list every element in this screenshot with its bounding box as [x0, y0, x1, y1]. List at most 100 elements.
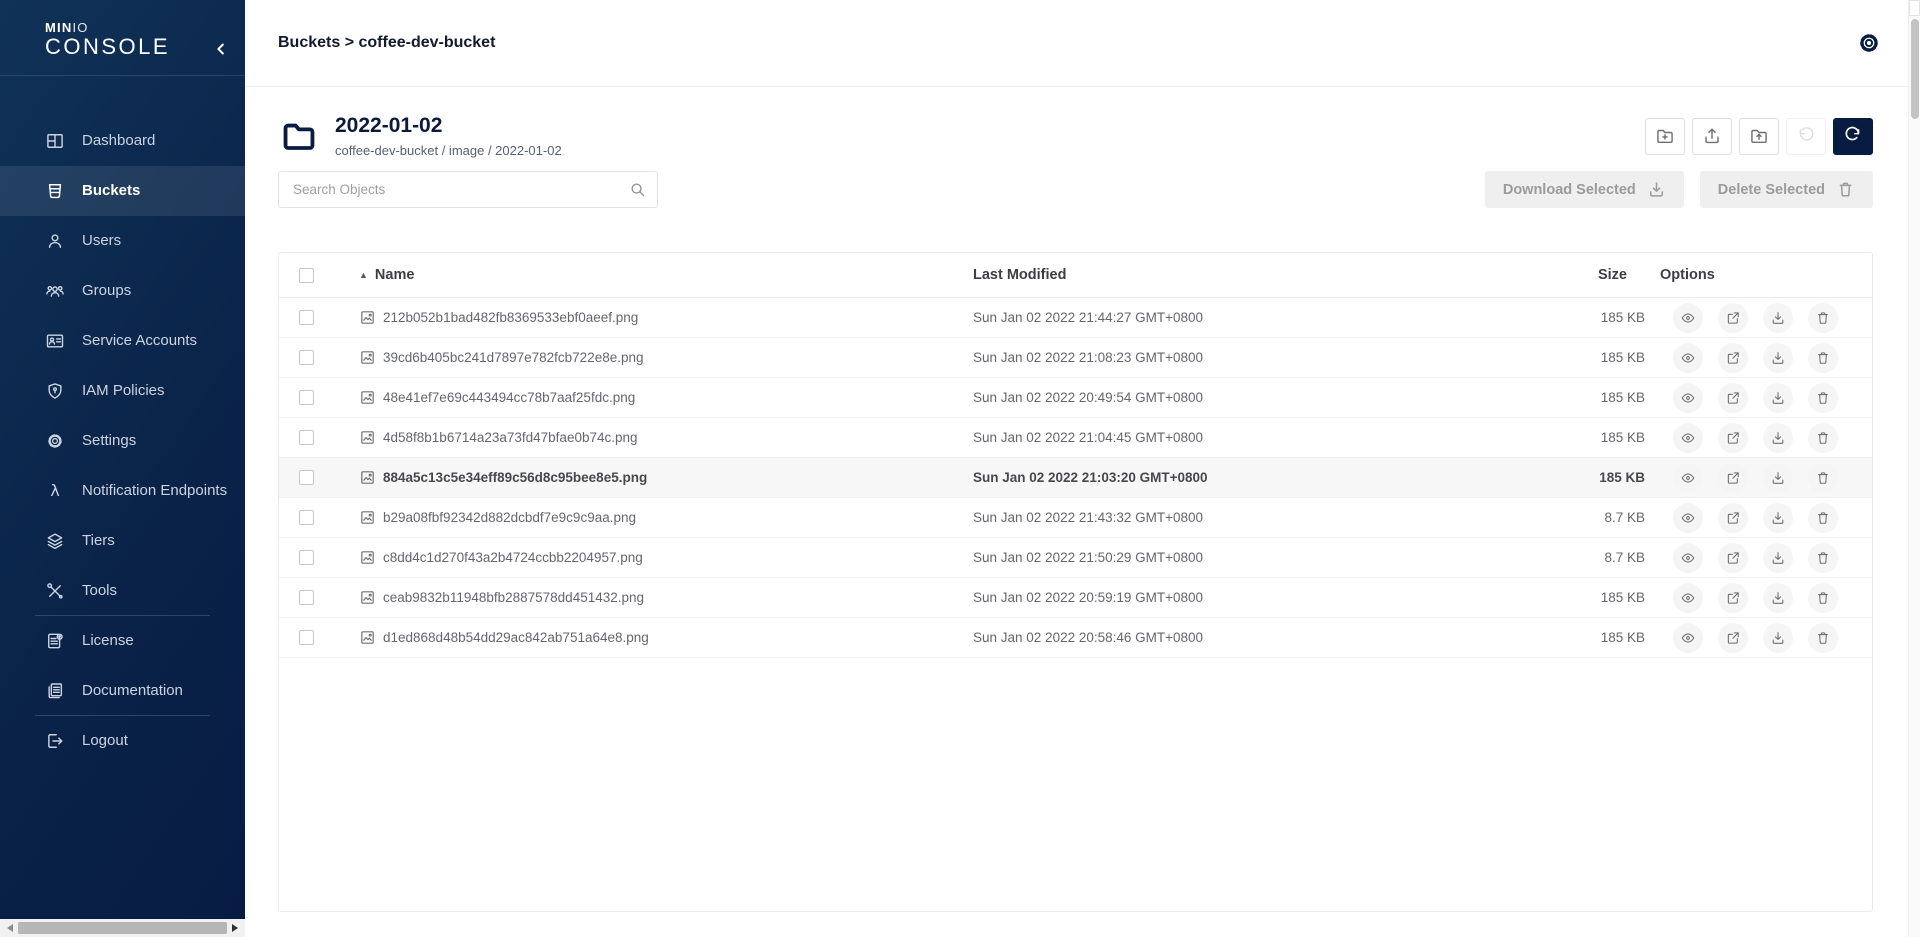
row-checkbox[interactable]: [299, 470, 314, 485]
preview-button[interactable]: [1673, 543, 1703, 573]
trash-icon: [1815, 550, 1831, 566]
vertical-scrollbar[interactable]: [1908, 0, 1920, 937]
delete-button[interactable]: [1808, 423, 1838, 453]
action-button[interactable]: [1739, 118, 1779, 155]
preview-button[interactable]: [1673, 623, 1703, 653]
row-checkbox[interactable]: [299, 390, 314, 405]
object-name-link[interactable]: d1ed868d48b54dd29ac842ab751a64e8.png: [339, 629, 973, 646]
share-button[interactable]: [1718, 423, 1748, 453]
download-button[interactable]: [1763, 383, 1793, 413]
sidebar-item[interactable]: Logout: [0, 716, 245, 766]
action-button[interactable]: [1786, 118, 1826, 155]
sidebar-item[interactable]: Tiers: [0, 516, 245, 566]
delete-button[interactable]: [1808, 583, 1838, 613]
share-button[interactable]: [1718, 463, 1748, 493]
download-button[interactable]: [1763, 503, 1793, 533]
object-name-link[interactable]: 212b052b1bad482fb8369533ebf0aeef.png: [339, 309, 973, 326]
sidebar-item[interactable]: Tools: [0, 566, 245, 616]
share-button[interactable]: [1718, 383, 1748, 413]
sidebar-item[interactable]: Settings: [0, 416, 245, 466]
object-name-link[interactable]: 48e41ef7e69c443494cc78b7aaf25fdc.png: [339, 389, 973, 406]
share-button[interactable]: [1718, 503, 1748, 533]
share-button[interactable]: [1718, 543, 1748, 573]
object-name-link[interactable]: 4d58f8b1b6714a23a73fd47bfae0b74c.png: [339, 429, 973, 446]
scroll-right-button[interactable]: [229, 919, 245, 937]
action-button[interactable]: [1692, 118, 1732, 155]
sidebar-item[interactable]: Notification Endpoints: [0, 466, 245, 516]
row-checkbox[interactable]: [299, 430, 314, 445]
search-input[interactable]: [278, 171, 658, 208]
share-button[interactable]: [1718, 623, 1748, 653]
object-name-link[interactable]: 884a5c13c5e34eff89c56d8c95bee8e5.png: [339, 469, 973, 486]
delete-button[interactable]: [1808, 383, 1838, 413]
sidebar-item-label: Notification Endpoints: [82, 482, 227, 499]
sidebar-item-label: Documentation: [82, 682, 183, 699]
breadcrumb[interactable]: Buckets > coffee-dev-bucket: [278, 34, 495, 52]
download-selected-button[interactable]: Download Selected: [1485, 171, 1684, 208]
last-modified-value: Sun Jan 02 2022 21:43:32 GMT+0800: [973, 510, 1535, 525]
object-name-link[interactable]: b29a08fbf92342d882dcbdf7e9c9c9aa.png: [339, 509, 973, 526]
share-button[interactable]: [1718, 343, 1748, 373]
action-button[interactable]: [1645, 118, 1685, 155]
row-checkbox[interactable]: [299, 590, 314, 605]
delete-selected-button[interactable]: Delete Selected: [1700, 171, 1873, 208]
download-button[interactable]: [1763, 463, 1793, 493]
sidebar-menu: Dashboard Buckets Users Groups Service A…: [0, 116, 245, 766]
scrollbar-up-button[interactable]: [1909, 0, 1920, 16]
share-icon: [1725, 550, 1741, 566]
delete-button[interactable]: [1808, 463, 1838, 493]
download-button[interactable]: [1763, 583, 1793, 613]
row-checkbox[interactable]: [299, 350, 314, 365]
share-button[interactable]: [1718, 583, 1748, 613]
select-all-checkbox[interactable]: [299, 268, 314, 283]
sidebar-item[interactable]: Dashboard: [0, 116, 245, 166]
object-name-link[interactable]: c8dd4c1d270f43a2b4724ccbb2204957.png: [339, 549, 973, 566]
horizontal-scrollbar[interactable]: [0, 919, 245, 937]
buckets-icon: [45, 181, 65, 201]
object-name-link[interactable]: ceab9832b11948bfb2887578dd451432.png: [339, 589, 973, 606]
image-file-icon: [359, 389, 376, 406]
sidebar-item[interactable]: Users: [0, 216, 245, 266]
sidebar-item[interactable]: Buckets: [0, 166, 245, 216]
action-button[interactable]: [1833, 118, 1873, 155]
sidebar-item[interactable]: Groups: [0, 266, 245, 316]
dashboard-icon: [45, 131, 65, 151]
row-checkbox[interactable]: [299, 630, 314, 645]
preview-button[interactable]: [1673, 383, 1703, 413]
page-title: 2022-01-02: [335, 114, 562, 138]
object-path-breadcrumb[interactable]: coffee-dev-bucket / image / 2022-01-02: [335, 143, 562, 158]
header-settings-button[interactable]: [1856, 30, 1882, 56]
download-button[interactable]: [1763, 623, 1793, 653]
tiers-icon: [45, 531, 65, 551]
download-button[interactable]: [1763, 303, 1793, 333]
delete-button[interactable]: [1808, 623, 1838, 653]
preview-button[interactable]: [1673, 343, 1703, 373]
horizontal-scrollbar-thumb[interactable]: [18, 922, 227, 934]
download-button[interactable]: [1763, 423, 1793, 453]
scroll-left-button[interactable]: [0, 919, 16, 937]
sidebar-item[interactable]: Service Accounts: [0, 316, 245, 366]
download-button[interactable]: [1763, 543, 1793, 573]
sidebar-collapse-button[interactable]: [209, 37, 233, 61]
row-checkbox[interactable]: [299, 550, 314, 565]
delete-button[interactable]: [1808, 503, 1838, 533]
download-button[interactable]: [1763, 343, 1793, 373]
sidebar-item[interactable]: IAM Policies: [0, 366, 245, 416]
delete-button[interactable]: [1808, 343, 1838, 373]
sidebar-item[interactable]: License: [0, 616, 245, 666]
object-name-link[interactable]: 39cd6b405bc241d7897e782fcb722e8e.png: [339, 349, 973, 366]
vertical-scrollbar-thumb[interactable]: [1911, 19, 1919, 119]
preview-button[interactable]: [1673, 423, 1703, 453]
column-header-name[interactable]: ▲ Name: [339, 267, 973, 283]
preview-button[interactable]: [1673, 503, 1703, 533]
row-checkbox[interactable]: [299, 510, 314, 525]
delete-button[interactable]: [1808, 543, 1838, 573]
preview-button[interactable]: [1673, 463, 1703, 493]
preview-button[interactable]: [1673, 303, 1703, 333]
sidebar-item[interactable]: Documentation: [0, 666, 245, 716]
license-icon: [45, 631, 65, 651]
share-button[interactable]: [1718, 303, 1748, 333]
delete-button[interactable]: [1808, 303, 1838, 333]
row-checkbox[interactable]: [299, 310, 314, 325]
preview-button[interactable]: [1673, 583, 1703, 613]
